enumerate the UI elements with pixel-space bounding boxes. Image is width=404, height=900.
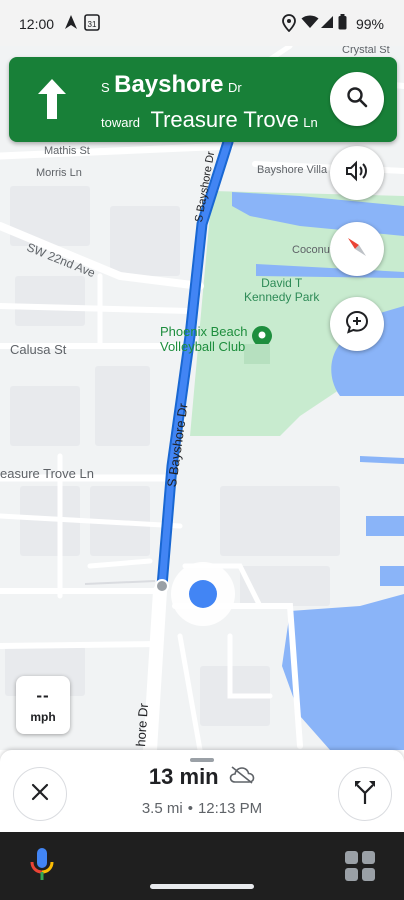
speed-value: --: [36, 686, 50, 705]
search-icon: [346, 86, 368, 113]
map-label-morris-ln: Morris Ln: [36, 167, 82, 179]
street-name: Bayshore: [114, 71, 224, 98]
map-label-treasure-trove-ln: easure Trove Ln: [0, 466, 94, 481]
battery-percent: 99%: [355, 16, 384, 32]
volume-icon: [345, 160, 369, 187]
wifi-icon: [301, 15, 319, 34]
alternate-routes-button[interactable]: [338, 767, 392, 821]
location-icon: [282, 14, 296, 37]
map-label-kennedy-park: David T Kennedy Park: [244, 276, 320, 304]
destination-name: Treasure Trove: [150, 107, 299, 132]
separator: •: [187, 800, 193, 817]
toward-label: toward: [101, 115, 141, 130]
search-button[interactable]: [330, 72, 384, 126]
add-report-icon: [344, 309, 370, 340]
map-label-s-bayshore-dr-bottom: hore Dr: [133, 702, 151, 748]
signal-icon: [320, 15, 334, 34]
map-label-mathis-st: Mathis St: [44, 145, 90, 157]
map-label-coconut: Coconut: [292, 244, 333, 256]
compass-button[interactable]: [330, 222, 384, 276]
arrival-time: 12:13 PM: [197, 800, 263, 817]
map-label-bayshore-villa: Bayshore Villa: [257, 164, 328, 176]
speedometer: -- mph: [16, 676, 70, 734]
calendar-icon: 31: [84, 13, 100, 36]
map-label-phoenix-beach: Phoenix Beach Volleyball Club: [160, 324, 248, 354]
sheet-handle[interactable]: [190, 758, 214, 762]
banner-toward: toward Treasure Trove Ln: [101, 107, 318, 133]
home-gesture-pill[interactable]: [150, 884, 254, 889]
street-suffix: Dr: [227, 80, 242, 95]
add-report-button[interactable]: [330, 297, 384, 351]
svg-text:31: 31: [88, 20, 97, 29]
cloud-off-icon: [229, 765, 255, 789]
banner-street: S Bayshore Dr: [101, 71, 242, 99]
trip-sheet[interactable]: 13 min 3.5 mi • 12:13 PM: [0, 750, 404, 832]
destination-suffix: Ln: [303, 115, 318, 130]
status-bar: 12:00 31 99%: [0, 0, 404, 46]
map-label-calusa-st: Calusa St: [10, 342, 67, 357]
navigation-arrow-icon: [64, 14, 78, 35]
trip-duration: 13 min: [148, 764, 219, 789]
straight-arrow-icon: [35, 77, 69, 126]
speed-unit: mph: [30, 710, 56, 724]
apps-grid-icon[interactable]: [344, 850, 376, 887]
trip-distance: 3.5 mi: [141, 800, 183, 817]
alternate-routes-icon: [353, 779, 377, 810]
system-nav-bar: [0, 832, 404, 900]
battery-icon: [338, 14, 347, 35]
compass-icon: [344, 234, 370, 265]
street-prefix: S: [101, 80, 110, 95]
volume-button[interactable]: [330, 146, 384, 200]
status-time: 12:00: [19, 16, 55, 32]
map-label-crystal-st: Crystal St: [342, 46, 390, 56]
mic-icon[interactable]: [28, 846, 56, 889]
